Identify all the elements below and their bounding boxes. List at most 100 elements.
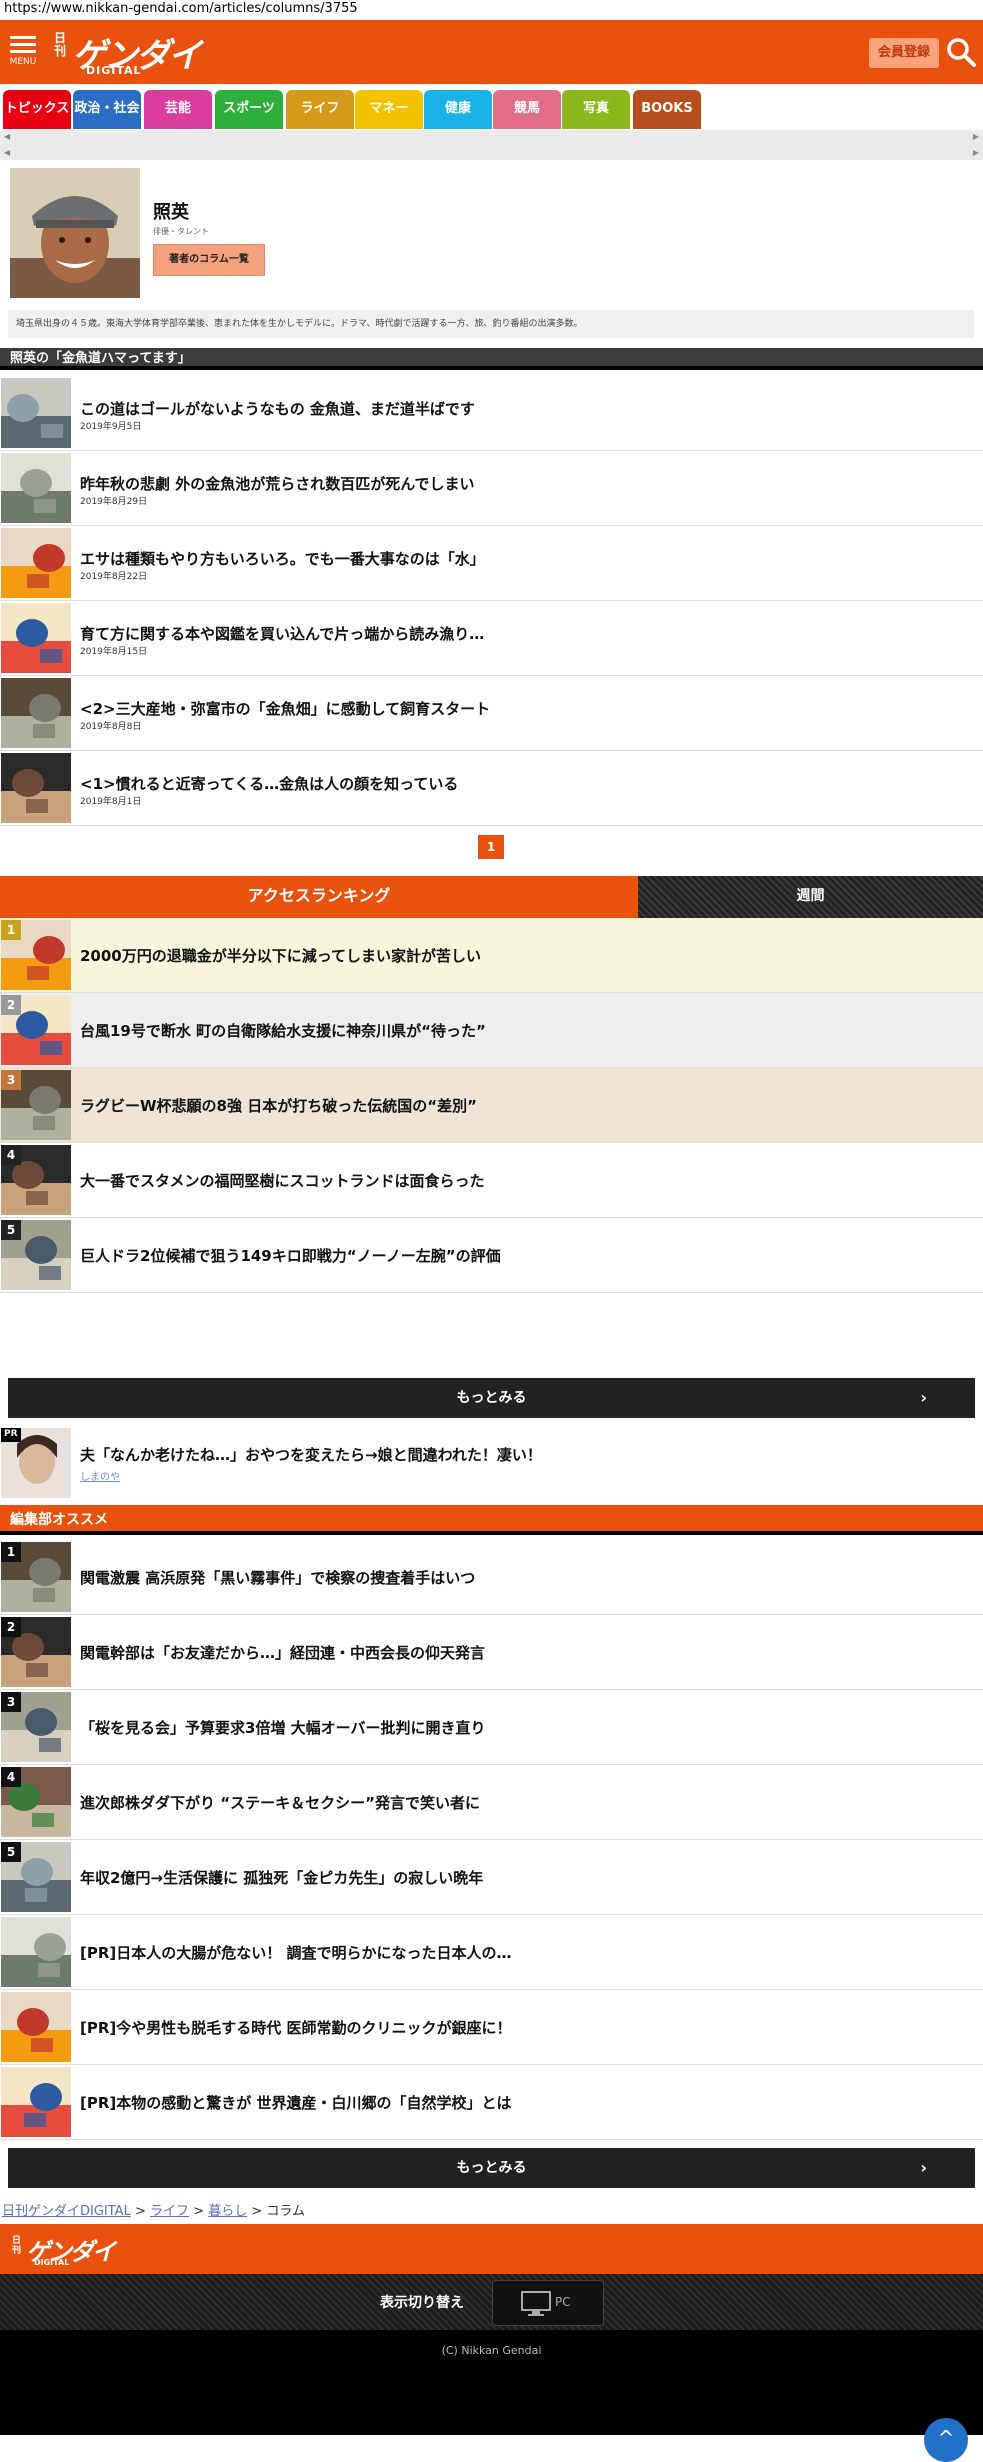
pc-view-button[interactable]: PC (492, 2280, 604, 2326)
page-number-current[interactable]: 1 (478, 835, 504, 859)
tab-3[interactable]: スポーツ (215, 90, 283, 129)
article-thumbnail[interactable] (1, 378, 71, 448)
ranking-row[interactable]: 3 ラグビーW杯悲願の8強 日本が打ち破った伝統国の“差別” (0, 1068, 983, 1143)
ranking-thumbnail[interactable]: 1 (1, 920, 71, 990)
pr-article[interactable]: PR 夫「なんか老けたね…」おやつを変えたら→娘と間違われた！凄い！ しまのや (0, 1428, 983, 1500)
editor-pick-title[interactable]: [PR]日本人の大腸が危ない！ 調査で明らかになった日本人の… (80, 1942, 511, 1963)
chevron-right-icon: › (920, 2158, 927, 2177)
editor-pick-title[interactable]: [PR]本物の感動と驚きが 世界遺産・白川郷の「自然学校」とは (80, 2092, 511, 2113)
list-item[interactable]: この道はゴールがないようなもの 金魚道、まだ道半ばです 2019年9月5日 (0, 376, 983, 451)
list-item[interactable]: 昨年秋の悲劇 外の金魚池が荒らされ数百匹が死んでしまい 2019年8月29日 (0, 451, 983, 526)
address-bar[interactable]: https://www.nikkan-gendai.com/articles/c… (0, 0, 983, 18)
editor-pick-thumbnail[interactable]: 4 (1, 1767, 71, 1837)
register-button[interactable]: 会員登録 (868, 38, 939, 68)
ranking-title[interactable]: 台風19号で断水 町の自衛隊給水支援に神奈川県が“待った” (80, 1020, 486, 1041)
menu-button[interactable]: MENU (8, 32, 38, 72)
pr-title[interactable]: 夫「なんか老けたね…」おやつを変えたら→娘と間違われた！凄い！ (80, 1444, 542, 1465)
ranking-tabs: アクセスランキング 週間 (0, 876, 983, 918)
article-title[interactable]: <2>三大産地・弥富市の「金魚畑」に感動して飼育スタート (80, 698, 490, 719)
author-columns-button[interactable]: 著者のコラム一覧 (153, 244, 265, 276)
article-thumbnail[interactable] (1, 678, 71, 748)
ranking-title[interactable]: 大一番でスタメンの福岡堅樹にスコットランドは面食らった (80, 1170, 485, 1191)
tab-2[interactable]: 芸能 (144, 90, 212, 129)
editor-pick-thumbnail[interactable]: 5 (1, 1842, 71, 1912)
ranking-row[interactable]: 1 2000万円の退職金が半分以下に減ってしまい家計が苦しい (0, 918, 983, 993)
editor-pick-row[interactable]: [PR]本物の感動と驚きが 世界遺産・白川郷の「自然学校」とは (0, 2065, 983, 2140)
editor-pick-thumbnail[interactable]: 2 (1, 1617, 71, 1687)
editor-pick-row[interactable]: 5 年収2億円→生活保護に 孤独死「金ピカ先生」の寂しい晩年 (0, 1840, 983, 1915)
editor-pick-title[interactable]: 年収2億円→生活保護に 孤独死「金ピカ先生」の寂しい晩年 (80, 1867, 483, 1888)
ranking-thumbnail[interactable]: 4 (1, 1145, 71, 1215)
author-photo (10, 168, 140, 298)
ranking-row[interactable]: 2 台風19号で断水 町の自衛隊給水支援に神奈川県が“待った” (0, 993, 983, 1068)
article-date: 2019年8月15日 (80, 647, 148, 657)
editor-pick-row[interactable]: 1 関電激震 高浜原発「黒い霧事件」で検察の捜査着手はいつ (0, 1540, 983, 1615)
list-item[interactable]: 育て方に関する本や図鑑を買い込んで片っ端から読み漁り… 2019年8月15日 (0, 601, 983, 676)
tab-1[interactable]: 政治・社会 (73, 90, 141, 129)
editor-pick-row[interactable]: [PR]日本人の大腸が危ない！ 調査で明らかになった日本人の… (0, 1915, 983, 1990)
more-editor-button[interactable]: もっとみる › (8, 2148, 975, 2188)
editor-pick-thumbnail[interactable]: 1 (1, 1542, 71, 1612)
ranking-title[interactable]: 巨人ドラ2位候補で狙う149キロ即戦力“ノーノー左腕”の評価 (80, 1245, 501, 1266)
article-title[interactable]: 昨年秋の悲劇 外の金魚池が荒らされ数百匹が死んでしまい (80, 473, 474, 494)
article-title[interactable]: 育て方に関する本や図鑑を買い込んで片っ端から読み漁り… (80, 623, 484, 644)
editor-pick-thumbnail[interactable] (1, 1992, 71, 2062)
ranking-title[interactable]: ラグビーW杯悲願の8強 日本が打ち破った伝統国の“差別” (80, 1095, 477, 1116)
logo-digital: DIGITAL (86, 64, 142, 77)
more-ranking-button[interactable]: もっとみる › (8, 1378, 975, 1418)
article-title[interactable]: この道はゴールがないようなもの 金魚道、まだ道半ばです (80, 398, 475, 419)
tab-scrollbar[interactable]: ◀ ▶ ◀ ▶ (0, 130, 983, 160)
tab-weekly[interactable]: 週間 (638, 876, 983, 918)
article-thumbnail[interactable] (1, 603, 71, 673)
ranking-title[interactable]: 2000万円の退職金が半分以下に減ってしまい家計が苦しい (80, 945, 481, 966)
tab-9[interactable]: BOOKS (633, 90, 701, 129)
tab-access-ranking[interactable]: アクセスランキング (0, 876, 638, 918)
scroll-left-arrow-icon[interactable]: ◀ (4, 132, 10, 141)
editor-pick-row[interactable]: 3 「桜を見る会」予算要求3倍増 大幅オーバー批判に開き直り (0, 1690, 983, 1765)
back-to-top-button[interactable]: ^ (924, 2418, 968, 2462)
ranking-thumbnail[interactable]: 3 (1, 1070, 71, 1140)
hamburger-icon (10, 36, 36, 39)
editor-pick-thumbnail[interactable] (1, 1917, 71, 1987)
editor-pick-thumbnail[interactable]: 3 (1, 1692, 71, 1762)
ranking-thumbnail[interactable]: 2 (1, 995, 71, 1065)
tab-0[interactable]: トピックス (3, 90, 71, 129)
search-button[interactable] (945, 36, 977, 68)
editor-pick-thumbnail[interactable] (1, 2067, 71, 2137)
list-item[interactable]: <2>三大産地・弥富市の「金魚畑」に感動して飼育スタート 2019年8月8日 (0, 676, 983, 751)
breadcrumb-life[interactable]: ライフ (150, 2204, 189, 2219)
category-tabs: トピックス 政治・社会 芸能 スポーツ ライフ マネー 健康 競馬 写真 BOOKS (0, 90, 983, 130)
editor-pick-title[interactable]: [PR]今や男性も脱毛する時代 医師常勤のクリニックが銀座に！ (80, 2017, 511, 2038)
ranking-row[interactable]: 4 大一番でスタメンの福岡堅樹にスコットランドは面食らった (0, 1143, 983, 1218)
list-item[interactable]: エサは種類もやり方もいろいろ。でも一番大事なのは「水」 2019年8月22日 (0, 526, 983, 601)
article-thumbnail[interactable] (1, 753, 71, 823)
rank-badge: 3 (1, 1070, 21, 1090)
breadcrumb-living[interactable]: 暮らし (208, 2204, 247, 2219)
editor-pick-title[interactable]: 関電激震 高浜原発「黒い霧事件」で検察の捜査着手はいつ (80, 1567, 475, 1588)
chevron-up-icon: ^ (937, 2426, 955, 2450)
article-thumbnail[interactable] (1, 453, 71, 523)
article-title[interactable]: <1>慣れると近寄ってくる…金魚は人の顔を知っている (80, 773, 458, 794)
tab-8[interactable]: 写真 (562, 90, 630, 129)
ranking-row[interactable]: 5 巨人ドラ2位候補で狙う149キロ即戦力“ノーノー左腕”の評価 (0, 1218, 983, 1293)
pr-source-link[interactable]: しまのや (80, 1468, 120, 1483)
breadcrumb-current: コラム (266, 2204, 306, 2219)
article-title[interactable]: エサは種類もやり方もいろいろ。でも一番大事なのは「水」 (80, 548, 485, 569)
ranking-thumbnail[interactable]: 5 (1, 1220, 71, 1290)
tab-6[interactable]: 健康 (424, 90, 492, 129)
scroll-right-arrow-icon[interactable]: ▶ (973, 132, 979, 141)
editor-pick-row[interactable]: [PR]今や男性も脱毛する時代 医師常勤のクリニックが銀座に！ (0, 1990, 983, 2065)
list-item[interactable]: <1>慣れると近寄ってくる…金魚は人の顔を知っている 2019年8月1日 (0, 751, 983, 826)
breadcrumb-home[interactable]: 日刊ゲンダイDIGITAL (2, 2204, 131, 2219)
tab-5[interactable]: マネー (355, 90, 423, 129)
rank-badge: 4 (1, 1145, 21, 1165)
editor-pick-title[interactable]: 進次郎株ダダ下がり “ステーキ＆セクシー”発言で笑い者に (80, 1792, 480, 1813)
editor-pick-title[interactable]: 関電幹部は「お友達だから…」経団連・中西会長の仰天発言 (80, 1642, 485, 1663)
tab-7[interactable]: 競馬 (493, 90, 561, 129)
column-section-title: 照英の「金魚道ハマってます」 (0, 348, 983, 370)
editor-pick-title[interactable]: 「桜を見る会」予算要求3倍増 大幅オーバー批判に開き直り (80, 1717, 486, 1738)
article-thumbnail[interactable] (1, 528, 71, 598)
editor-pick-row[interactable]: 2 関電幹部は「お友達だから…」経団連・中西会長の仰天発言 (0, 1615, 983, 1690)
editor-pick-row[interactable]: 4 進次郎株ダダ下がり “ステーキ＆セクシー”発言で笑い者に (0, 1765, 983, 1840)
tab-4[interactable]: ライフ (286, 90, 354, 129)
